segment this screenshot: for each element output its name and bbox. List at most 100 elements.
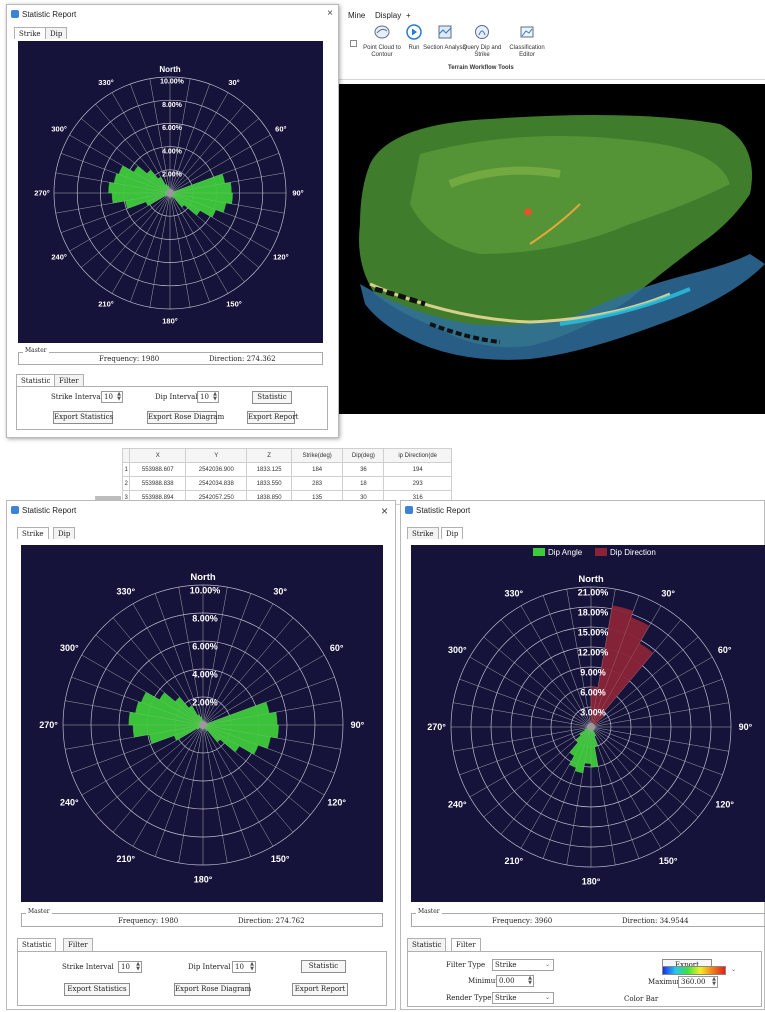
table-header-row: X Y Z Strike(deg) Dip(deg) ip Direction(…	[121, 448, 452, 463]
radial-tick-label: 8.00%	[162, 102, 183, 109]
direction-label: Direction: 274.762	[238, 917, 305, 925]
radial-tick-label: 18.00%	[578, 608, 609, 618]
chevron-down-icon: ⌄	[544, 994, 550, 1001]
grid-overlay-spoke	[483, 636, 592, 728]
statistic-panel: Strike Interval 10 ▲ ▼ Dip Interval 10 ▲ ▼ S…	[17, 951, 387, 1006]
table-header[interactable]: X	[129, 448, 187, 463]
radial-tick-label: 21.00%	[578, 588, 609, 598]
table-header[interactable]: Dip(deg)	[342, 448, 385, 463]
table-cell: 553988.607	[129, 462, 187, 477]
tab-statistic[interactable]: Statistic	[407, 938, 447, 951]
angle-label: 330°	[98, 78, 114, 87]
table-header[interactable]	[121, 448, 131, 463]
table-cell: 184	[290, 462, 344, 477]
angle-label: 90°	[739, 722, 753, 732]
attribute-table: X Y Z Strike(deg) Dip(deg) ip Direction(…	[121, 448, 452, 505]
ribbon-checkbox[interactable]	[350, 40, 357, 47]
radial-tick-label: 10.00%	[160, 79, 185, 86]
minimum-spinbox[interactable]: 0.00 ▲ ▼	[496, 975, 534, 987]
strike-interval-spinbox[interactable]: 10 ▲ ▼	[101, 391, 123, 403]
angle-label: 60°	[330, 643, 344, 653]
table-header[interactable]: ip Direction(de	[383, 448, 452, 463]
radial-tick-label: 9.00%	[580, 668, 606, 678]
statistic-button[interactable]: Statistic	[252, 391, 292, 404]
dip-interval-spinbox[interactable]: 10 ▲ ▼	[197, 391, 219, 403]
tab-dip[interactable]: Dip	[53, 527, 76, 539]
export-rose-diagram-button[interactable]: Export Rose Diagram	[174, 983, 251, 996]
master-fieldset: Master Frequency: 3960 Direction: 34.954…	[411, 908, 765, 927]
radial-tick-label: 4.00%	[162, 148, 183, 155]
render-type-label: Render Type	[446, 994, 492, 1002]
angle-label: 300°	[448, 645, 467, 655]
grid-overlay-spoke	[459, 678, 592, 728]
grid-overlay-spoke	[590, 726, 682, 835]
angle-label: 270°	[427, 722, 446, 732]
tab-strike[interactable]: Strike	[17, 527, 49, 539]
north-label: North	[159, 65, 180, 74]
classification-editor-button[interactable]: Classification Editor	[502, 24, 552, 59]
classification-icon	[520, 26, 534, 38]
color-bar-select[interactable]	[662, 966, 726, 975]
tab-statistic[interactable]: Statistic	[16, 374, 56, 386]
menu-mine[interactable]: Mine	[348, 11, 365, 20]
table-cell: 1833.125	[246, 462, 292, 477]
angle-label: 90°	[351, 720, 365, 730]
app-logo-icon	[405, 506, 413, 514]
query-dip-and-strike-button[interactable]: Query Dip and Strike	[460, 24, 504, 59]
spin-arrows-icon[interactable]: ▲ ▼	[213, 392, 217, 402]
tab-dip[interactable]: Dip	[441, 527, 464, 539]
table-cell: 36	[342, 462, 385, 477]
statistic-button[interactable]: Statistic	[301, 960, 346, 973]
tab-dip[interactable]: Dip	[45, 27, 68, 39]
chevron-down-icon[interactable]: ⌄	[731, 966, 736, 973]
point-cloud-render	[359, 115, 765, 360]
strike-interval-spinbox[interactable]: 10 ▲ ▼	[118, 961, 142, 973]
spin-arrows-icon[interactable]: ▲ ▼	[117, 392, 121, 402]
radial-tick-label: 6.00%	[192, 642, 218, 652]
close-icon[interactable]: ×	[327, 8, 333, 19]
render-type-select[interactable]: Strike ⌄	[492, 992, 554, 1004]
rose-diagram: 3.00% 6.00% 9.00% 12.00% 15.00% 18.00% 21.00% N…	[411, 545, 765, 902]
spin-arrows-icon[interactable]: ▲ ▼	[528, 976, 532, 986]
grid-overlay-spoke	[95, 724, 204, 816]
export-report-button[interactable]: Export Report	[247, 411, 298, 424]
table-row[interactable]: 2 553988.838 2542034.838 1833.550 283 18…	[121, 476, 452, 491]
strike-interval-label: Strike Interval	[51, 393, 103, 401]
export-statistics-button[interactable]: Export Statistics	[53, 411, 113, 424]
export-report-button[interactable]: Export Report	[292, 983, 348, 996]
tab-statistic[interactable]: Statistic	[17, 938, 57, 951]
export-rose-diagram-button[interactable]: Export Rose Diagram	[147, 411, 224, 424]
angle-label: 60°	[718, 645, 732, 655]
table-row[interactable]: 1 553988.607 2542036.900 1833.125 184 36…	[121, 462, 452, 477]
export-statistics-button[interactable]: Export Statistics	[64, 983, 130, 996]
table-cell: 553988.838	[129, 476, 187, 491]
table-header[interactable]: Strike(deg)	[290, 448, 344, 463]
menu-display[interactable]: Display	[375, 11, 401, 20]
frequency-label: Frequency: 1980	[118, 917, 179, 925]
close-icon[interactable]: ×	[381, 504, 388, 518]
radial-tick-label: 4.00%	[192, 670, 218, 680]
dip-interval-spinbox[interactable]: 10 ▲ ▼	[232, 961, 256, 973]
angle-label: 90°	[292, 189, 303, 198]
spin-arrows-icon[interactable]: ▲ ▼	[136, 962, 140, 972]
table-header[interactable]: Z	[246, 448, 292, 463]
spin-arrows-icon[interactable]: ▲ ▼	[250, 962, 254, 972]
tab-strike[interactable]: Strike	[407, 527, 439, 539]
tab-filter[interactable]: Filter	[63, 938, 93, 951]
spin-arrows-icon[interactable]: ▲ ▼	[712, 977, 716, 987]
frequency-label: Frequency: 3960	[492, 917, 553, 925]
center-dot	[587, 723, 595, 731]
point-cloud-viewport[interactable]	[330, 84, 765, 414]
table-cell: 2542036.900	[185, 462, 248, 477]
legend-swatch	[533, 548, 545, 556]
maximum-spinbox[interactable]: 360.00 ▲ ▼	[678, 976, 718, 988]
radial-tick-label: 12.00%	[578, 648, 609, 658]
tab-strike[interactable]: Strike	[14, 27, 46, 39]
menu-add-tab[interactable]: +	[406, 11, 411, 20]
tab-filter[interactable]: Filter	[54, 374, 84, 386]
rose-diagram-svg: 2.00% 4.00% 6.00% 8.00% 10.00% North 30° 60° 90°…	[39, 572, 365, 885]
filter-type-select[interactable]: Strike ⌄	[492, 959, 554, 971]
tab-filter[interactable]: Filter	[451, 938, 481, 951]
table-header[interactable]: Y	[185, 448, 248, 463]
filter-type-label: Filter Type	[446, 961, 486, 969]
